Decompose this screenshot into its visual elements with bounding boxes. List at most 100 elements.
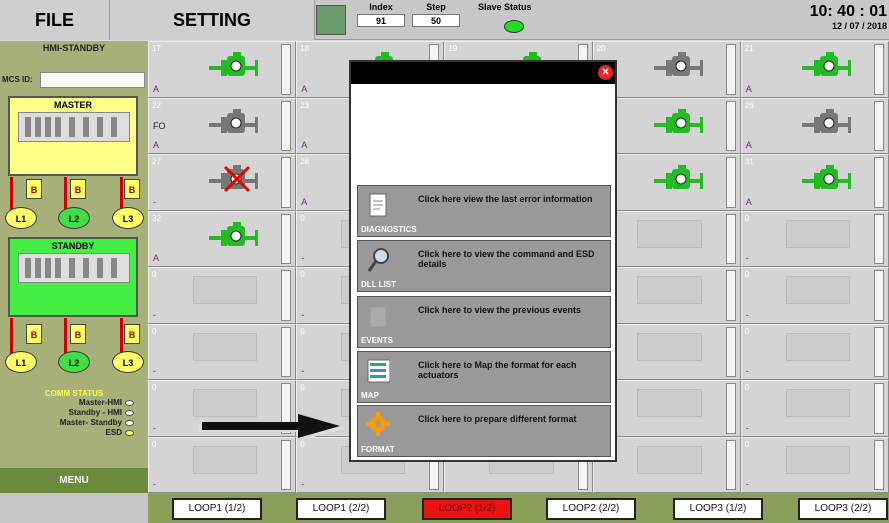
comm-item: Master-HMI	[0, 398, 148, 408]
popup-button-text: Click here to view the command and ESD d…	[418, 249, 595, 269]
actuator-cell[interactable]: 17 A	[148, 41, 297, 98]
b-box: B	[26, 179, 42, 199]
b-box: B	[70, 324, 86, 344]
actuator-cell[interactable]: 21 A	[740, 41, 889, 98]
setting-button[interactable]: SETTING	[110, 0, 315, 40]
gear-icon	[366, 412, 390, 436]
actuator-icon	[801, 165, 851, 189]
map-button[interactable]: Click here to Map the format for each ac…	[357, 351, 611, 403]
actuator-cell[interactable]: 0-	[740, 267, 889, 324]
cell-fo-label: FO	[153, 120, 166, 131]
menu-button[interactable]: MENU	[0, 468, 148, 494]
cell-strip	[873, 439, 884, 490]
dll-list-button[interactable]: Click here to view the command and ESD d…	[357, 240, 611, 292]
file-button[interactable]: FILE	[0, 0, 110, 40]
cell-number: 26	[744, 100, 754, 110]
actuator-cell[interactable]: 0-	[148, 436, 297, 493]
popup-button-label: MAP	[361, 391, 379, 400]
standby-rack-icon	[18, 253, 130, 283]
tab-loop[interactable]: LOOP1 (2/2)	[296, 498, 386, 520]
cell-status: -	[153, 309, 156, 320]
master-rack-icon	[18, 112, 130, 142]
actuator-icon	[801, 108, 851, 133]
actuator-icon	[209, 165, 258, 193]
comm-item: Standby - HMI	[0, 408, 148, 418]
comm-status-title: COMM STATUS	[44, 389, 104, 398]
cell-status: -	[153, 196, 156, 207]
comm-item-label: ESD	[105, 428, 122, 437]
cell-inner-panel	[192, 445, 258, 474]
tab-loop[interactable]: LOOP1 (1/2)	[172, 498, 262, 520]
tab-loop[interactable]: LOOP3 (1/2)	[673, 498, 763, 520]
cell-strip	[725, 326, 736, 377]
actuator-cell[interactable]: 0-	[740, 380, 889, 437]
cell-inner-panel	[785, 332, 850, 361]
sidebar: HMI-STANDBY MCS ID: MASTER B B B L1 L2 L…	[0, 41, 148, 523]
cell-inner-panel	[192, 389, 258, 417]
actuator-cell[interactable]: 0-	[740, 436, 889, 493]
actuator-cell[interactable]: 0-	[740, 323, 889, 380]
tab-loop[interactable]: LOOP2 (1/2)	[422, 498, 512, 520]
actuator-icon	[209, 52, 258, 76]
comm-item: Master- Standby	[0, 418, 148, 428]
cell-strip	[725, 383, 736, 434]
cell-strip	[725, 44, 736, 95]
index-label: Index	[369, 2, 393, 12]
cell-inner-panel	[637, 332, 702, 361]
comm-item-label: Master- Standby	[59, 418, 122, 427]
status-indicator-square	[316, 5, 346, 35]
cell-number: 19	[448, 44, 458, 53]
actuator-cell[interactable]: 0-	[740, 210, 889, 267]
cell-status: -	[153, 366, 156, 376]
cell-strip	[725, 157, 736, 208]
master-panel[interactable]: MASTER	[8, 96, 138, 176]
actuator-cell[interactable]: 22 FO A	[148, 97, 297, 154]
close-icon[interactable]: ✕	[598, 65, 613, 80]
cell-status: -	[301, 309, 305, 320]
tab-loop[interactable]: LOOP2 (2/2)	[546, 498, 636, 520]
actuator-cell[interactable]: 27 -	[148, 154, 297, 211]
comm-item-label: Master-HMI	[78, 398, 122, 407]
cell-inner-panel	[785, 389, 850, 417]
diagnostics-button[interactable]: Click here view the last error informati…	[357, 185, 611, 237]
cell-status: -	[745, 309, 749, 320]
b-box: B	[70, 179, 86, 199]
cell-inner-panel	[192, 276, 258, 304]
step-display: Step 50	[412, 2, 460, 27]
actuator-cell[interactable]: 0-	[148, 323, 297, 380]
status-dot-icon	[125, 429, 134, 436]
cell-status: -	[745, 422, 749, 433]
cell-strip	[873, 44, 884, 95]
format-button[interactable]: Click here to prepare different format FO…	[357, 405, 611, 457]
actuator-cell[interactable]: 0-	[148, 267, 297, 324]
cell-number: 18	[300, 44, 310, 53]
popup-button-text: Click here to view the previous events	[418, 305, 582, 315]
map-icon	[367, 359, 390, 383]
cell-inner-panel	[637, 389, 702, 417]
b-box: B	[124, 324, 140, 344]
mcs-id-label: MCS ID:	[2, 75, 33, 84]
popup-button-text: Click here to prepare different format	[418, 414, 577, 424]
cell-status: A	[153, 140, 160, 150]
comm-item: ESD	[0, 428, 148, 438]
mcs-id-input[interactable]	[40, 72, 145, 88]
actuator-cell[interactable]: 31 A	[740, 154, 889, 211]
tab-loop[interactable]: LOOP3 (2/2)	[798, 498, 888, 520]
cell-number: 0	[300, 270, 305, 279]
loop-l1-indicator: L1	[5, 207, 37, 229]
cell-status: -	[301, 479, 305, 489]
events-button[interactable]: Click here to view the previous events EV…	[357, 296, 611, 348]
cell-strip	[281, 100, 292, 151]
cell-strip	[281, 270, 292, 321]
actuator-cell[interactable]: 26 A	[740, 97, 889, 154]
standby-panel[interactable]: STANDBY	[8, 237, 138, 317]
cell-strip	[873, 383, 884, 434]
cell-status: -	[153, 479, 156, 489]
cell-inner-panel	[785, 276, 850, 304]
actuator-cell[interactable]: 32 A	[148, 210, 297, 267]
cell-status: A	[301, 83, 308, 94]
cell-inner-panel	[785, 445, 850, 474]
cell-number: 31	[744, 157, 754, 166]
loop-l3-indicator: L3	[112, 351, 144, 373]
cell-status: -	[301, 253, 305, 263]
